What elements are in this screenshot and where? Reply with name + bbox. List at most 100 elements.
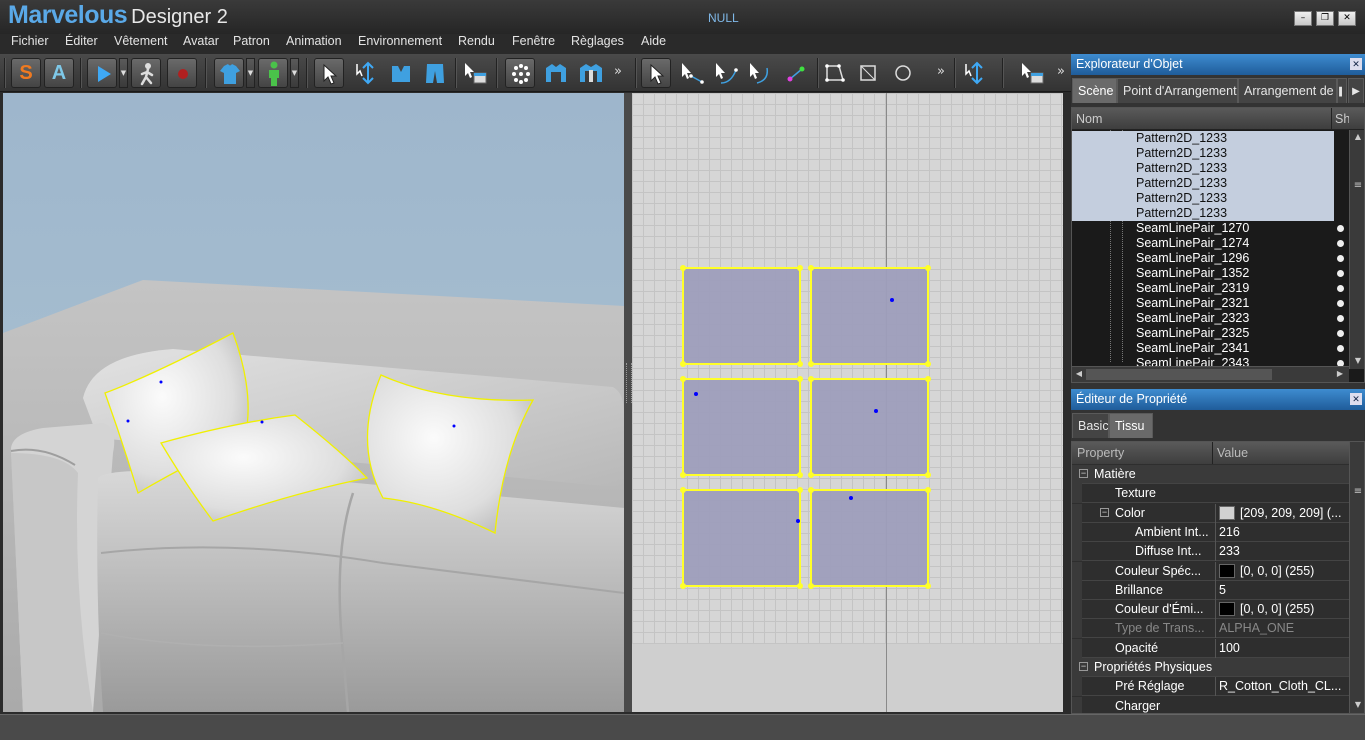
color-swatch[interactable]	[1219, 563, 1235, 578]
scroll-down-icon[interactable]: ▼	[1352, 356, 1364, 365]
edit-arc-button[interactable]	[745, 58, 775, 88]
menu-patron[interactable]: Patron	[233, 34, 270, 54]
pattern-vertex[interactable]	[680, 583, 686, 589]
collapse-icon[interactable]: −	[1079, 662, 1088, 671]
scroll-right-icon[interactable]: ▶	[1335, 369, 1345, 378]
scroll-left-icon[interactable]: ◀	[1074, 369, 1084, 378]
layering-tool-button[interactable]	[576, 58, 606, 88]
pattern-vertex[interactable]	[925, 265, 931, 271]
select-pattern-view-button[interactable]	[460, 58, 490, 88]
pattern-vertex[interactable]	[680, 361, 686, 367]
property-row[interactable]: Pré Réglage R_Cotton_Cloth_CL...	[1072, 677, 1349, 697]
select-tool-3d-button[interactable]	[314, 58, 344, 88]
walk-button[interactable]	[131, 58, 161, 88]
pattern-piece-5[interactable]	[680, 487, 803, 589]
play-dropdown-arrow[interactable]: ▼	[119, 58, 128, 88]
transform-tool-button[interactable]	[352, 58, 382, 88]
property-value[interactable]: 216	[1215, 522, 1349, 542]
pattern-piece-6[interactable]	[808, 487, 931, 589]
record-button[interactable]	[167, 58, 197, 88]
property-grid[interactable]: Property Value − Matière Texture − Color [209…	[1071, 441, 1365, 714]
points-tool-button[interactable]	[505, 58, 535, 88]
property-value[interactable]: [209, 209, 209] (...	[1215, 503, 1349, 523]
pattern-vertex[interactable]	[797, 361, 803, 367]
property-section[interactable]: − Matière	[1072, 465, 1349, 484]
collapse-icon[interactable]: −	[1079, 469, 1088, 478]
tree-item[interactable]: SeamLinePair_2319	[1072, 281, 1334, 296]
tab-scene[interactable]: Scène	[1072, 78, 1117, 103]
tree-item[interactable]: SeamLinePair_2325	[1072, 326, 1334, 341]
pattern-vertex[interactable]	[925, 361, 931, 367]
pattern-piece-3[interactable]	[680, 376, 803, 478]
garment-tool-button[interactable]	[541, 58, 571, 88]
property-section[interactable]: − Propriétés Physiques	[1072, 658, 1349, 677]
tree-item[interactable]: Pattern2D_1233	[1072, 206, 1334, 221]
restore-button[interactable]: ❐	[1316, 11, 1334, 26]
pattern-vertex[interactable]	[808, 487, 814, 493]
scroll-up-icon[interactable]: ▲	[1352, 132, 1364, 141]
add-point-button[interactable]	[781, 58, 811, 88]
menu-editer[interactable]: Éditer	[65, 34, 98, 54]
edit-curve-button[interactable]	[711, 58, 741, 88]
property-value[interactable]: 233	[1215, 542, 1349, 562]
property-row[interactable]: Type de Trans... ALPHA_ONE	[1072, 619, 1349, 639]
pattern-vertex[interactable]	[680, 487, 686, 493]
pattern-vertex[interactable]	[797, 265, 803, 271]
pattern-vertex[interactable]	[925, 472, 931, 478]
property-row[interactable]: Texture	[1072, 484, 1349, 504]
property-row[interactable]: Ambient Int... 216	[1072, 522, 1349, 542]
visibility-dot-icon[interactable]	[1337, 315, 1344, 322]
property-value[interactable]: ALPHA_ONE	[1215, 619, 1349, 639]
pattern-vertex[interactable]	[925, 376, 931, 382]
menu-animation[interactable]: Animation	[286, 34, 342, 54]
property-value[interactable]: 100	[1215, 638, 1349, 658]
tree-horizontal-scrollbar[interactable]: ◀ ▶	[1072, 366, 1349, 382]
simulate-play-button[interactable]	[87, 58, 117, 88]
pattern-piece-4[interactable]	[808, 376, 931, 478]
pattern-vertex[interactable]	[680, 265, 686, 271]
color-swatch[interactable]	[1219, 602, 1235, 617]
property-vertical-scrollbar[interactable]: ≡ ▼	[1349, 442, 1364, 713]
pattern-vertex[interactable]	[797, 472, 803, 478]
tree-item[interactable]: SeamLinePair_1296	[1072, 251, 1334, 266]
tab-scroll-right-icon[interactable]: ▶	[1348, 78, 1364, 103]
visibility-dot-icon[interactable]	[1337, 255, 1344, 262]
visibility-dot-icon[interactable]	[1337, 345, 1344, 352]
pattern-vertex[interactable]	[925, 583, 931, 589]
visibility-dot-icon[interactable]	[1337, 285, 1344, 292]
close-icon[interactable]: ✕	[1350, 58, 1362, 70]
property-row[interactable]: Couleur Spéc... [0, 0, 0] (255)	[1072, 561, 1349, 581]
visibility-dot-icon[interactable]	[1337, 300, 1344, 307]
pattern-vertex[interactable]	[808, 583, 814, 589]
show-garment-button[interactable]	[214, 58, 244, 88]
scene-tree[interactable]: Nom Sh Pattern2D_1233 Pattern2D_1233 Patte…	[1071, 107, 1365, 383]
tree-item[interactable]: SeamLinePair_1274	[1072, 236, 1334, 251]
circle-tool-button[interactable]	[888, 58, 918, 88]
pattern-piece-2[interactable]	[808, 265, 931, 367]
scroll-thumb-grip-icon[interactable]: ≡	[1352, 180, 1364, 191]
tab-point-arrangement[interactable]: Point d'Arrangement	[1117, 78, 1238, 103]
property-row[interactable]: Couleur d'Émi... [0, 0, 0] (255)	[1072, 600, 1349, 620]
pattern-vertex[interactable]	[797, 376, 803, 382]
tab-basic[interactable]: Basic	[1072, 413, 1109, 438]
minimize-button[interactable]: –	[1294, 11, 1312, 26]
close-icon[interactable]: ✕	[1350, 393, 1362, 405]
menu-aide[interactable]: Aide	[641, 34, 666, 54]
property-row[interactable]: Charger	[1072, 696, 1349, 713]
tree-item[interactable]: SeamLinePair_1270	[1072, 221, 1334, 236]
visibility-dot-icon[interactable]	[1337, 270, 1344, 277]
viewport-2d[interactable]	[632, 93, 1063, 712]
menu-avatar[interactable]: Avatar	[183, 34, 219, 54]
property-value[interactable]: R_Cotton_Cloth_CL...	[1215, 677, 1349, 697]
pattern-vertex[interactable]	[808, 376, 814, 382]
tree-item[interactable]: Pattern2D_1233	[1072, 131, 1334, 146]
tree-item[interactable]: SeamLinePair_2341	[1072, 341, 1334, 356]
scroll-thumb[interactable]	[1086, 369, 1272, 380]
property-row[interactable]: − Color [209, 209, 209] (...	[1072, 503, 1349, 523]
color-swatch[interactable]	[1219, 505, 1235, 520]
garment-dropdown-arrow[interactable]: ▼	[246, 58, 255, 88]
property-row[interactable]: Brillance 5	[1072, 580, 1349, 600]
show-avatar-button[interactable]	[258, 58, 288, 88]
close-button[interactable]: ✕	[1338, 11, 1356, 26]
pattern-vertex[interactable]	[808, 472, 814, 478]
